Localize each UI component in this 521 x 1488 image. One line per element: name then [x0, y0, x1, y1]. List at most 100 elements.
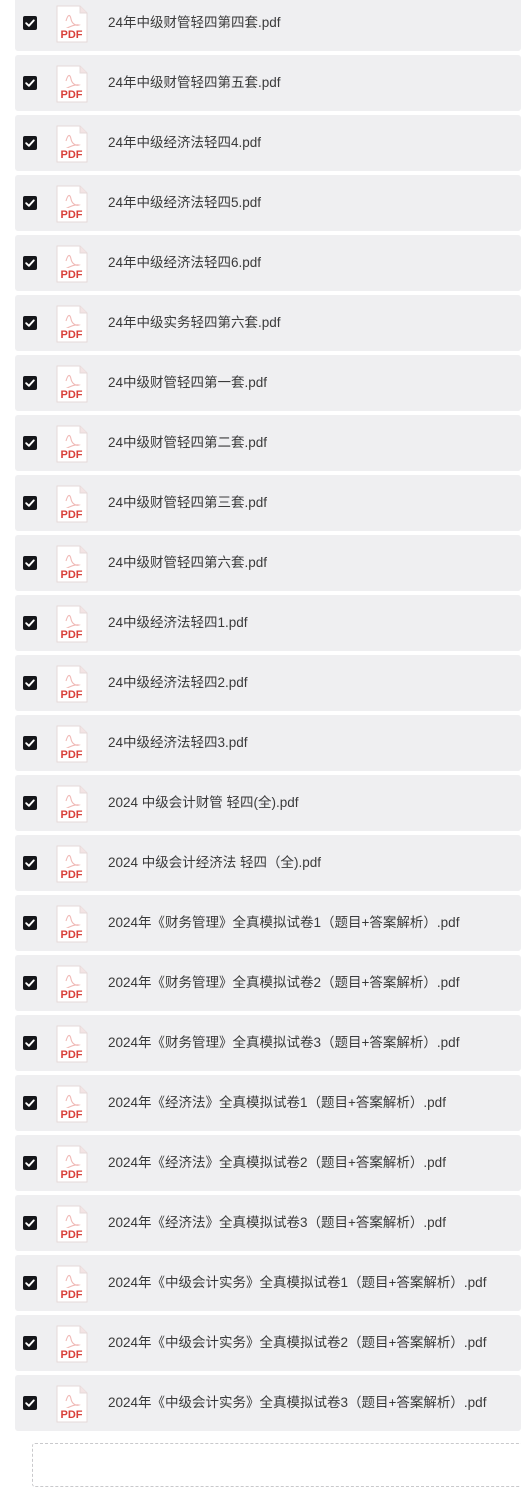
file-row[interactable]: PDF 2024年《中级会计实务》全真模拟试卷1（题目+答案解析）.pdf — [15, 1255, 521, 1311]
checkmark-icon — [25, 679, 35, 687]
file-row[interactable]: PDF 24中级财管轻四第二套.pdf — [15, 415, 521, 471]
file-row[interactable]: PDF 24中级财管轻四第六套.pdf — [15, 535, 521, 591]
file-row[interactable]: PDF 24年中级财管轻四第五套.pdf — [15, 55, 521, 111]
file-row[interactable]: PDF 2024年《经济法》全真模拟试卷2（题目+答案解析）.pdf — [15, 1135, 521, 1191]
file-name: 24年中级财管轻四第四套.pdf — [108, 15, 281, 30]
svg-text:PDF: PDF — [61, 89, 83, 101]
file-row[interactable]: PDF 24年中级经济法轻四4.pdf — [15, 115, 521, 171]
checkmark-icon — [25, 79, 35, 87]
file-name: 24中级经济法轻四1.pdf — [108, 615, 248, 630]
file-name: 2024年《经济法》全真模拟试卷2（题目+答案解析）.pdf — [108, 1155, 446, 1170]
file-row[interactable]: PDF 2024年《财务管理》全真模拟试卷2（题目+答案解析）.pdf — [15, 955, 521, 1011]
checkmark-icon — [25, 259, 35, 267]
svg-text:PDF: PDF — [61, 1349, 83, 1361]
file-checkbox[interactable] — [23, 556, 37, 570]
svg-text:PDF: PDF — [61, 389, 83, 401]
file-row[interactable]: PDF 2024 中级会计经济法 轻四（全).pdf — [15, 835, 521, 891]
pdf-file-icon: PDF — [56, 1265, 88, 1303]
svg-text:PDF: PDF — [61, 1049, 83, 1061]
file-name: 24中级财管轻四第二套.pdf — [108, 435, 268, 450]
svg-text:PDF: PDF — [61, 329, 83, 341]
checkmark-icon — [25, 559, 35, 567]
svg-text:PDF: PDF — [61, 809, 83, 821]
file-row[interactable]: PDF 24年中级经济法轻四6.pdf — [15, 235, 521, 291]
file-checkbox[interactable] — [23, 76, 37, 90]
upload-drop-zone[interactable] — [32, 1443, 521, 1487]
file-row[interactable]: PDF 2024年《财务管理》全真模拟试卷1（题目+答案解析）.pdf — [15, 895, 521, 951]
pdf-file-icon: PDF — [56, 1205, 88, 1243]
file-name: 24中级财管轻四第一套.pdf — [108, 375, 268, 390]
file-list: PDF 24年中级财管轻四第四套.pdf PDF 24年中级财管轻四第五套.pd… — [0, 0, 521, 1435]
file-name: 24中级财管轻四第六套.pdf — [108, 555, 268, 570]
file-checkbox[interactable] — [23, 256, 37, 270]
checkmark-icon — [25, 1159, 35, 1167]
file-row[interactable]: PDF 24中级财管轻四第一套.pdf — [15, 355, 521, 411]
file-row[interactable]: PDF 24中级经济法轻四2.pdf — [15, 655, 521, 711]
file-checkbox[interactable] — [23, 1096, 37, 1110]
file-row[interactable]: PDF 2024 中级会计财管 轻四(全).pdf — [15, 775, 521, 831]
pdf-file-icon: PDF — [56, 965, 88, 1003]
pdf-file-icon: PDF — [56, 305, 88, 343]
pdf-file-icon: PDF — [56, 365, 88, 403]
checkmark-icon — [25, 1219, 35, 1227]
svg-text:PDF: PDF — [61, 209, 83, 221]
file-row[interactable]: PDF 24中级财管轻四第三套.pdf — [15, 475, 521, 531]
pdf-file-icon: PDF — [56, 5, 88, 43]
checkmark-icon — [25, 1399, 35, 1407]
file-checkbox[interactable] — [23, 1156, 37, 1170]
file-checkbox[interactable] — [23, 676, 37, 690]
file-checkbox[interactable] — [23, 1216, 37, 1230]
svg-text:PDF: PDF — [61, 1229, 83, 1241]
file-checkbox[interactable] — [23, 196, 37, 210]
file-checkbox[interactable] — [23, 736, 37, 750]
svg-text:PDF: PDF — [61, 509, 83, 521]
file-row[interactable]: PDF 24中级经济法轻四1.pdf — [15, 595, 521, 651]
file-name: 24年中级经济法轻四6.pdf — [108, 255, 262, 270]
svg-text:PDF: PDF — [61, 449, 83, 461]
pdf-file-icon: PDF — [56, 1145, 88, 1183]
checkmark-icon — [25, 619, 35, 627]
file-checkbox[interactable] — [23, 976, 37, 990]
file-checkbox[interactable] — [23, 1276, 37, 1290]
file-row[interactable]: PDF 2024年《经济法》全真模拟试卷1（题目+答案解析）.pdf — [15, 1075, 521, 1131]
checkmark-icon — [25, 1279, 35, 1287]
pdf-file-icon: PDF — [56, 785, 88, 823]
file-name: 2024 中级会计经济法 轻四（全).pdf — [108, 855, 322, 870]
file-row[interactable]: PDF 24年中级经济法轻四5.pdf — [15, 175, 521, 231]
file-checkbox[interactable] — [23, 1336, 37, 1350]
file-row[interactable]: PDF 2024年《中级会计实务》全真模拟试卷2（题目+答案解析）.pdf — [15, 1315, 521, 1371]
file-checkbox[interactable] — [23, 796, 37, 810]
file-checkbox[interactable] — [23, 16, 37, 30]
pdf-file-icon: PDF — [56, 485, 88, 523]
file-name: 24年中级经济法轻四5.pdf — [108, 195, 262, 210]
file-checkbox[interactable] — [23, 1396, 37, 1410]
file-checkbox[interactable] — [23, 316, 37, 330]
svg-text:PDF: PDF — [61, 569, 83, 581]
file-row[interactable]: PDF 24中级经济法轻四3.pdf — [15, 715, 521, 771]
file-checkbox[interactable] — [23, 616, 37, 630]
file-row[interactable]: PDF 2024年《经济法》全真模拟试卷3（题目+答案解析）.pdf — [15, 1195, 521, 1251]
file-row[interactable]: PDF 24年中级实务轻四第六套.pdf — [15, 295, 521, 351]
pdf-file-icon: PDF — [56, 1085, 88, 1123]
file-row[interactable]: PDF 2024年《财务管理》全真模拟试卷3（题目+答案解析）.pdf — [15, 1015, 521, 1071]
pdf-file-icon: PDF — [56, 905, 88, 943]
file-row[interactable]: PDF 2024年《中级会计实务》全真模拟试卷3（题目+答案解析）.pdf — [15, 1375, 521, 1431]
checkmark-icon — [25, 739, 35, 747]
file-name: 2024年《中级会计实务》全真模拟试卷1（题目+答案解析）.pdf — [108, 1275, 487, 1290]
file-name: 2024年《经济法》全真模拟试卷1（题目+答案解析）.pdf — [108, 1095, 446, 1110]
file-checkbox[interactable] — [23, 136, 37, 150]
file-name: 2024年《中级会计实务》全真模拟试卷3（题目+答案解析）.pdf — [108, 1395, 487, 1410]
file-checkbox[interactable] — [23, 376, 37, 390]
file-name: 2024年《财务管理》全真模拟试卷2（题目+答案解析）.pdf — [108, 975, 460, 990]
file-checkbox[interactable] — [23, 856, 37, 870]
file-name: 24中级经济法轻四3.pdf — [108, 735, 248, 750]
file-row[interactable]: PDF 24年中级财管轻四第四套.pdf — [15, 0, 521, 51]
checkmark-icon — [25, 319, 35, 327]
file-checkbox[interactable] — [23, 496, 37, 510]
file-checkbox[interactable] — [23, 916, 37, 930]
file-checkbox[interactable] — [23, 1036, 37, 1050]
checkmark-icon — [25, 919, 35, 927]
file-name: 2024年《财务管理》全真模拟试卷3（题目+答案解析）.pdf — [108, 1035, 460, 1050]
pdf-file-icon: PDF — [56, 725, 88, 763]
file-checkbox[interactable] — [23, 436, 37, 450]
